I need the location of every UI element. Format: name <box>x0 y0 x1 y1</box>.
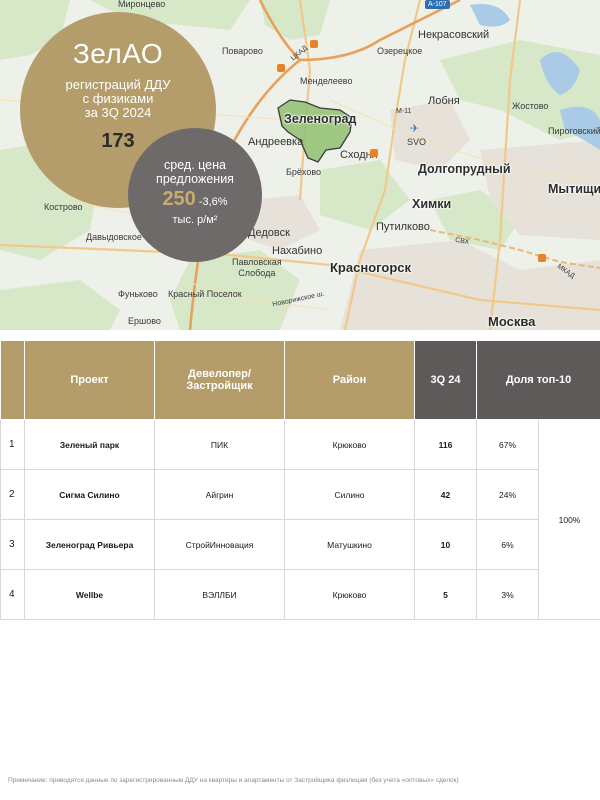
place-davydovskoe: Давыдовское <box>86 232 142 242</box>
place-putilkovo: Путилково <box>376 221 430 233</box>
top-projects-table: Проект Девелопер/ Застройщик Район 3Q 24… <box>0 340 600 620</box>
total-share: 100% <box>537 419 600 620</box>
place-ershovo: Ершово <box>128 316 161 326</box>
row-share: 67% <box>476 419 539 470</box>
row-share: 24% <box>476 469 539 520</box>
row-developer: ПИК <box>154 419 285 470</box>
row-project: Зеленый парк <box>24 419 155 470</box>
row-share: 3% <box>476 569 539 620</box>
row-value: 42 <box>414 469 477 520</box>
road-m11: М-11 <box>396 108 412 115</box>
place-nakhabino: Нахабино <box>272 245 323 257</box>
place-brekhovo: Брёхово <box>286 167 322 177</box>
registrations-subtitle: регистраций ДДУ с физиками за 3Q 2024 <box>20 78 216 120</box>
subtitle-line: регистраций ДДУ <box>65 77 171 92</box>
price-circle: сред. цена предложения 250 -3,6% тыс. р/м… <box>128 128 262 262</box>
table-row: 2 Сигма Силино Айгрин Силино 42 24% <box>0 469 600 520</box>
place-zhostovo: Жостово <box>512 101 549 111</box>
place-andreevka: Андреевка <box>248 136 304 148</box>
row-district: Крюково <box>284 569 415 620</box>
station-marker-icon <box>310 40 318 48</box>
row-value: 5 <box>414 569 477 620</box>
subtitle-line: за 3Q 2024 <box>84 105 152 120</box>
price-subtitle: сред. цена предложения <box>128 158 262 186</box>
row-developer: ВЭЛЛБИ <box>154 569 285 620</box>
map: Миронцево Некрасовский Озерецкое Поваров… <box>0 0 600 330</box>
row-index: 2 <box>0 469 25 520</box>
price-change: -3,6% <box>198 196 228 208</box>
place-funkovo: Фуньково <box>118 289 158 299</box>
place-khimki: Химки <box>412 197 452 211</box>
row-share: 6% <box>476 519 539 570</box>
header-project: Проект <box>24 340 155 420</box>
row-district: Крюково <box>284 419 415 470</box>
row-index: 3 <box>0 519 25 570</box>
table-row: 4 Wellbe ВЭЛЛБИ Крюково 5 3% <box>0 569 600 620</box>
place-nekrasovsky: Некрасовский <box>418 29 490 41</box>
place-ozeretskoe: Озерецкое <box>377 46 423 56</box>
station-marker-icon <box>370 149 378 157</box>
table-row: 3 Зеленоград Ривьера СтройИнновация Мату… <box>0 519 600 570</box>
row-project: Сигма Силино <box>24 469 155 520</box>
header-period: 3Q 24 <box>414 340 477 420</box>
place-kostrovo: Кострово <box>44 202 83 212</box>
place-lobnya: Лобня <box>428 95 460 107</box>
header-index <box>0 340 25 420</box>
row-district: Силино <box>284 469 415 520</box>
row-index: 4 <box>0 569 25 620</box>
header-share: Доля топ-10 <box>475 340 600 420</box>
table-row: 1 Зеленый парк ПИК Крюково 116 67% 100% <box>0 419 600 620</box>
price-line: 250 -3,6% <box>128 188 262 211</box>
place-krasny: Красный Поселок <box>168 289 242 299</box>
place-zelenograd: Зеленоград <box>284 112 357 126</box>
row-developer: Айгрин <box>154 469 285 520</box>
place-dolgoprudny: Долгопрудный <box>418 162 511 176</box>
airport-icon: ✈ <box>410 123 420 135</box>
place-pirogovsky: Пироговский <box>548 126 600 136</box>
place-povarovo: Поварово <box>222 46 263 56</box>
row-project: Зеленоград Ривьера <box>24 519 155 570</box>
place-mytishchi: Мытищи <box>548 182 600 196</box>
row-developer: СтройИнновация <box>154 519 285 570</box>
subtitle-line: с физиками <box>82 91 154 106</box>
place-krasnogorsk: Красногорск <box>330 260 411 275</box>
place-svo: SVO <box>407 137 427 147</box>
price-unit: тыс. р/м² <box>172 214 218 226</box>
station-marker-icon <box>538 254 546 262</box>
place-mironcevo: Миронцево <box>118 0 166 9</box>
price-value: 250 <box>162 188 196 210</box>
district-title: ЗелАО <box>72 38 164 69</box>
row-project: Wellbe <box>24 569 155 620</box>
row-index: 1 <box>0 419 25 470</box>
row-value: 10 <box>414 519 477 570</box>
table-header-row: Проект Девелопер/ Застройщик Район 3Q 24… <box>0 340 600 420</box>
row-value: 116 <box>414 419 477 470</box>
subtitle-line: предложения <box>156 172 234 186</box>
place-pavlovskaya: Павловская Слобода <box>232 257 282 278</box>
place-moskva: Москва <box>488 314 536 329</box>
station-marker-icon <box>277 64 285 72</box>
header-developer: Девелопер/ Застройщик <box>154 340 285 420</box>
row-district: Матушкино <box>284 519 415 570</box>
header-district: Район <box>284 340 415 420</box>
footnote: Примечание: приводятся данные по зарегис… <box>8 777 459 784</box>
subtitle-line: сред. цена <box>164 158 226 172</box>
place-mendeleevo: Менделеево <box>300 76 353 86</box>
place-dedovsk: Дедовск <box>248 227 290 239</box>
road-a107: А-107 <box>425 0 450 9</box>
